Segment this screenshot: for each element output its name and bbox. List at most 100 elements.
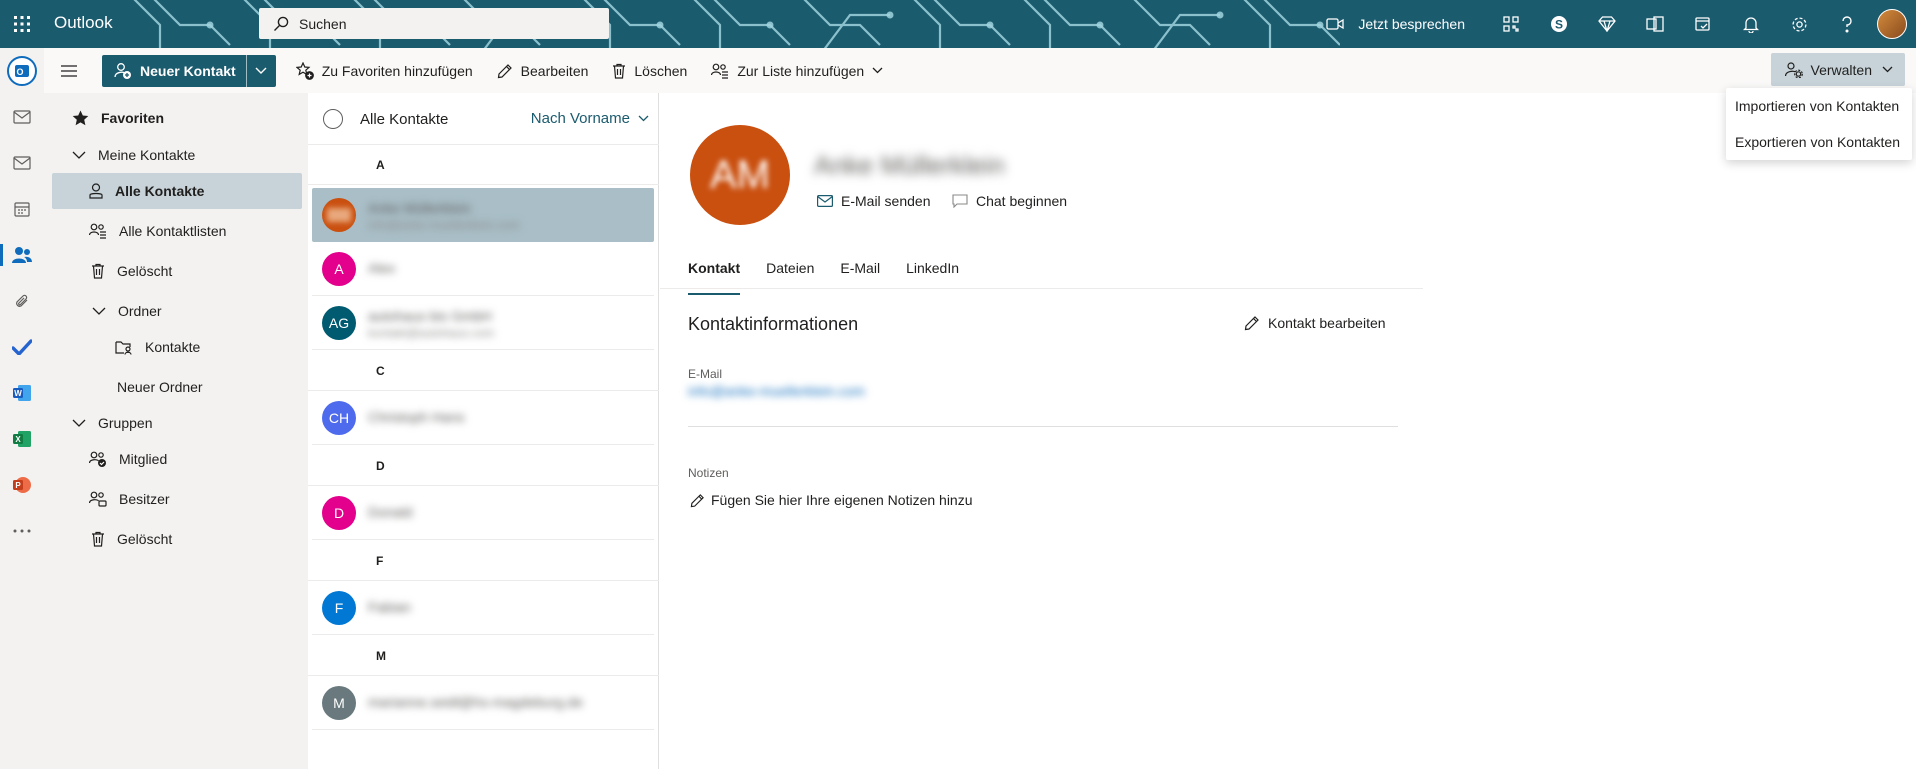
qr-code-button[interactable] xyxy=(1487,0,1535,48)
folder-label: Ordner xyxy=(118,303,162,319)
contact-name: marianne.seidl@hs-magdeburg.de xyxy=(368,694,583,710)
folder-header-ordner[interactable]: Ordner xyxy=(92,293,162,329)
favorites-header[interactable]: Favoriten xyxy=(72,100,164,136)
rail-attachments[interactable] xyxy=(0,278,44,324)
tab-contact[interactable]: Kontakt xyxy=(688,257,741,295)
select-all-checkbox[interactable] xyxy=(323,109,343,129)
rail-outlook[interactable]: O xyxy=(0,48,44,94)
tab-email[interactable]: E-Mail xyxy=(840,257,880,295)
contact-name: Fabian xyxy=(368,599,411,615)
rail-mail-new[interactable] xyxy=(0,94,44,140)
my-contacts-header[interactable]: Meine Kontakte xyxy=(72,137,195,173)
list-item[interactable]: Anke Müllerklein info@anke-muellerklein.… xyxy=(312,188,654,242)
office-icon xyxy=(1646,16,1664,32)
add-to-list-button[interactable]: Zur Liste hinzufügen xyxy=(699,48,895,93)
notifications-button[interactable] xyxy=(1727,0,1775,48)
svg-text:W: W xyxy=(14,389,22,398)
skype-button[interactable]: S xyxy=(1535,0,1583,48)
search-icon xyxy=(274,16,289,31)
delete-button[interactable]: Löschen xyxy=(600,48,699,93)
new-folder-label: Neuer Ordner xyxy=(117,379,203,395)
list-header: Alle Kontakte Nach Vorname xyxy=(308,93,659,145)
meet-now-button[interactable]: Jetzt besprechen xyxy=(1326,16,1465,32)
calendar-check-icon xyxy=(1694,16,1710,31)
rail-mail[interactable] xyxy=(0,140,44,186)
search-box[interactable] xyxy=(259,8,609,39)
tab-files[interactable]: Dateien xyxy=(766,257,814,295)
email-field-value[interactable]: info@anke-muellerklein.com xyxy=(688,383,865,399)
chevron-down-icon xyxy=(92,307,106,315)
pencil-icon xyxy=(690,493,704,507)
toggle-navigation-button[interactable] xyxy=(44,48,94,93)
notes-field-label: Notizen xyxy=(688,466,729,480)
rail-powerpoint[interactable]: P xyxy=(0,462,44,508)
contact-photo[interactable]: AM xyxy=(690,125,790,225)
rail-word[interactable]: W xyxy=(0,370,44,416)
section-letter: C xyxy=(308,351,659,391)
start-chat-button[interactable]: Chat beginnen xyxy=(952,193,1067,209)
my-day-button[interactable] xyxy=(1679,0,1727,48)
group-member[interactable]: Mitglied xyxy=(89,441,167,477)
send-email-label: E-Mail senden xyxy=(841,193,931,209)
new-contact-button[interactable]: Neuer Kontakt xyxy=(102,55,246,87)
contact-display-name: Anke Müllerklein xyxy=(814,150,1005,180)
contact-name: Christoph Hans xyxy=(368,409,465,425)
groups-header[interactable]: Gruppen xyxy=(72,405,152,441)
people-check-icon xyxy=(89,451,106,467)
add-person-icon xyxy=(114,62,131,79)
pencil-icon xyxy=(497,63,512,78)
edit-button[interactable]: Bearbeiten xyxy=(485,48,601,93)
top-header: Outlook Jetzt besprechen S xyxy=(0,0,1916,48)
contact-email: kontakt@autohaus.com xyxy=(368,326,495,340)
tab-linkedin[interactable]: LinkedIn xyxy=(906,257,959,295)
folder-contacts[interactable]: Kontakte xyxy=(115,329,200,365)
list-item[interactable]: CH Christoph Hans xyxy=(312,391,654,445)
folder-all-contact-lists[interactable]: Alle Kontaktlisten xyxy=(89,213,226,249)
manage-button[interactable]: Verwalten xyxy=(1770,53,1905,86)
add-notes-button[interactable]: Fügen Sie hier Ihre eigenen Notizen hinz… xyxy=(690,492,973,508)
premium-button[interactable] xyxy=(1583,0,1631,48)
list-item[interactable]: A Alex xyxy=(312,242,654,296)
sort-dropdown[interactable]: Nach Vorname xyxy=(531,110,649,127)
list-item[interactable]: AG autohaus bis GmbH kontakt@autohaus.co… xyxy=(312,296,654,350)
new-contact-dropdown[interactable] xyxy=(245,54,276,87)
app-title[interactable]: Outlook xyxy=(54,13,113,33)
rail-excel[interactable]: X xyxy=(0,416,44,462)
settings-button[interactable] xyxy=(1775,0,1823,48)
group-owner[interactable]: Besitzer xyxy=(89,481,170,517)
account-avatar[interactable] xyxy=(1877,9,1907,39)
folder-deleted[interactable]: Gelöscht xyxy=(91,253,172,289)
delete-label: Löschen xyxy=(634,62,688,79)
new-contact-split-button: Neuer Kontakt xyxy=(102,54,276,87)
trash-icon xyxy=(613,63,626,79)
add-to-favorites-button[interactable]: Zu Favoriten hinzufügen xyxy=(284,48,485,93)
section-letter: F xyxy=(308,541,659,581)
help-button[interactable] xyxy=(1823,0,1871,48)
edit-label: Bearbeiten xyxy=(520,62,589,79)
deleted-label: Gelöscht xyxy=(117,263,173,279)
menu-item-import-contacts[interactable]: Importieren von Kontakten xyxy=(1726,88,1912,124)
list-item[interactable]: F Fabian xyxy=(312,581,654,635)
people-settings-icon xyxy=(1784,61,1803,78)
office-apps-button[interactable] xyxy=(1631,0,1679,48)
send-email-button[interactable]: E-Mail senden xyxy=(817,193,931,209)
menu-item-export-contacts[interactable]: Exportieren von Kontakten xyxy=(1726,124,1912,160)
mail-arrow-icon xyxy=(13,110,31,124)
paperclip-icon xyxy=(16,294,28,307)
rail-calendar[interactable] xyxy=(0,186,44,232)
list-item[interactable]: M marianne.seidl@hs-magdeburg.de xyxy=(312,676,654,730)
mail-icon xyxy=(817,195,833,207)
section-letter: D xyxy=(308,446,659,486)
new-folder-button[interactable]: Neuer Ordner xyxy=(117,369,203,405)
all-contact-lists-label: Alle Kontaktlisten xyxy=(119,223,227,239)
rail-more-apps[interactable] xyxy=(0,508,44,554)
rail-todo[interactable] xyxy=(0,324,44,370)
search-input[interactable] xyxy=(299,15,599,32)
edit-contact-button[interactable]: Kontakt bearbeiten xyxy=(1244,315,1386,331)
list-item[interactable]: D Donald xyxy=(312,486,654,540)
app-launcher-button[interactable] xyxy=(0,0,44,48)
group-deleted[interactable]: Gelöscht xyxy=(91,521,172,557)
divider xyxy=(688,426,1398,427)
rail-people[interactable] xyxy=(0,232,44,278)
folder-all-contacts[interactable]: Alle Kontakte xyxy=(52,173,302,209)
